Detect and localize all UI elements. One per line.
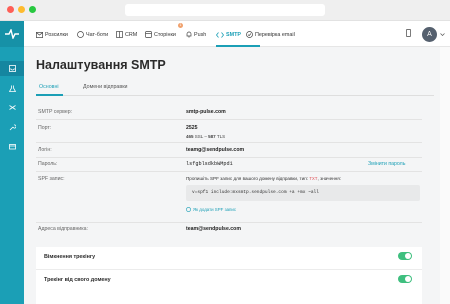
crm-icon — [116, 31, 123, 38]
tab-sending-domains[interactable]: Домени відправки — [83, 84, 127, 90]
pages-badge: 1 — [178, 23, 183, 28]
toggle-knob — [405, 253, 411, 259]
chevron-down-icon[interactable] — [440, 33, 445, 36]
sidebar-item-tools[interactable] — [0, 120, 24, 135]
nav-item-label: Push — [194, 31, 207, 38]
sidebar-item-mailing[interactable] — [0, 61, 24, 76]
spf-description: Пропишіть SPF запис для вашого домену ві… — [186, 176, 341, 182]
tracking-toggle-row: Вімкнення трекінгу — [36, 247, 422, 269]
tracking-toggle[interactable] — [398, 252, 412, 260]
nav-item-label: SMTP — [226, 31, 241, 38]
nav-item-crm[interactable]: CRM — [116, 30, 137, 39]
smtp-server-label: SMTP сервер: — [38, 109, 73, 115]
close-window-button[interactable] — [7, 6, 14, 13]
nav-item-label: Розсилки — [45, 31, 68, 38]
pages-icon — [145, 31, 152, 38]
port-tls-number: 587 — [208, 134, 216, 139]
nav-item-mailings[interactable]: Розсилки — [36, 30, 68, 39]
spf-desc-end: , значення: — [317, 176, 341, 181]
bell-icon — [186, 31, 192, 38]
change-password-link[interactable]: Змінити пароль — [368, 161, 405, 167]
maximize-window-button[interactable] — [29, 6, 36, 13]
nav-item-email-verify[interactable]: Перевірка email — [246, 30, 295, 39]
main-content: Налаштування SMTP Основні Домени відправ… — [24, 47, 450, 304]
sidebar-item-flask[interactable] — [0, 81, 24, 96]
port-alternatives: 465 SSL – 587 TLS — [186, 134, 225, 139]
sender-address-label: Адреса відправника: — [38, 226, 88, 232]
spf-label: SPF запис: — [38, 176, 65, 182]
port-ssl-number: 465 — [186, 134, 194, 139]
tracking-settings-card: Вімкнення трекінгу Трекінг від свого дом… — [36, 247, 422, 304]
spf-record-value[interactable]: v=spf1 include:mxsmtp.sendpulse.com +a +… — [186, 185, 420, 201]
port-label: Порт: — [38, 125, 52, 131]
port-separator: – — [204, 134, 207, 139]
user-avatar[interactable]: A — [422, 27, 437, 42]
sidebar-item-billing[interactable] — [0, 139, 24, 154]
wallet-icon — [8, 144, 16, 150]
code-icon — [216, 31, 224, 38]
tab-main[interactable]: Основні — [39, 84, 59, 90]
active-tab-underline — [36, 94, 63, 96]
sender-address-value: team@sendpulse.com — [186, 226, 241, 232]
scrollbar-track[interactable] — [440, 47, 450, 304]
page-title: Налаштування SMTP — [36, 58, 166, 72]
chatbot-icon — [77, 31, 84, 38]
spf-help-text: Як додати SPF запис — [193, 207, 237, 212]
nav-item-label: Перевірка email — [255, 31, 295, 38]
own-domain-tracking-toggle[interactable] — [398, 275, 412, 283]
spf-type: TXT — [309, 177, 318, 182]
row-divider — [36, 171, 422, 172]
login-label: Логін: — [38, 147, 52, 153]
smtp-server-value: smtp-pulse.com — [186, 109, 226, 115]
spf-help-link[interactable]: Як додати SPF запис — [186, 207, 236, 212]
nav-item-smtp[interactable]: SMTP — [216, 30, 241, 39]
check-circle-icon — [246, 31, 253, 38]
tracking-toggle-label: Вімкнення трекінгу — [44, 254, 96, 260]
inbox-icon — [8, 65, 16, 72]
password-label: Пароль: — [38, 161, 58, 167]
settings-tabs: Основні Домени відправки — [36, 82, 434, 96]
own-domain-tracking-row: Трекінг від свого домену — [36, 270, 422, 292]
minimize-window-button[interactable] — [18, 6, 25, 13]
spf-desc-text: Пропишіть SPF запис для вашого домену ві… — [186, 176, 308, 181]
row-divider — [36, 142, 422, 143]
shuffle-icon — [8, 105, 16, 110]
own-domain-tracking-label: Трекінг від свого домену — [44, 277, 111, 283]
nav-item-label: Чат-боти — [86, 31, 109, 38]
nav-item-chatbots[interactable]: Чат-боти — [77, 30, 108, 39]
envelope-icon — [36, 31, 43, 38]
app-window: Розсилки Чат-боти CRM Сторінки 1 Push SM… — [0, 0, 450, 304]
address-bar[interactable] — [125, 4, 325, 16]
password-value: lsfgblsdkbWMpd1 — [186, 161, 233, 167]
window-titlebar — [0, 0, 450, 21]
mobile-phone-icon[interactable] — [406, 29, 411, 37]
wrench-icon — [9, 124, 16, 131]
port-value: 2525 — [186, 125, 198, 131]
sidebar — [0, 21, 24, 304]
help-circle-icon — [186, 207, 191, 212]
nav-item-pages[interactable]: Сторінки — [145, 30, 176, 39]
port-tls-label: TLS — [216, 134, 226, 139]
row-divider — [36, 119, 422, 120]
login-value: teamg@sendpulse.com — [186, 147, 245, 153]
sidebar-item-automation[interactable] — [0, 100, 24, 115]
port-ssl-label: SSL — [194, 134, 204, 139]
nav-item-push[interactable]: Push — [186, 30, 206, 39]
toggle-knob — [405, 276, 411, 282]
top-navigation: Розсилки Чат-боти CRM Сторінки 1 Push SM… — [24, 21, 450, 47]
pulse-logo-icon[interactable] — [0, 21, 24, 47]
nav-item-label: Сторінки — [154, 31, 176, 38]
flask-icon — [8, 85, 16, 92]
row-divider — [36, 222, 422, 223]
row-divider — [36, 157, 422, 158]
nav-item-label: CRM — [125, 31, 138, 38]
